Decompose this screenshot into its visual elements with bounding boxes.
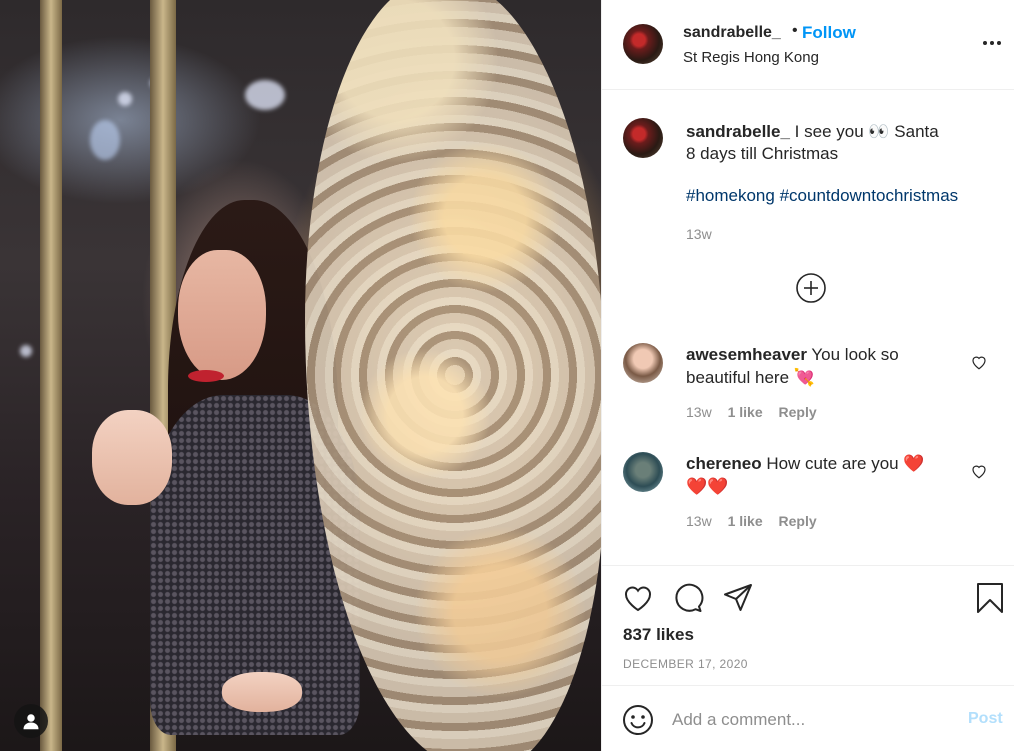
comment-time[interactable]: 13w — [686, 513, 712, 529]
comment-meta: 13w 1 like Reply — [686, 404, 817, 420]
woman-face — [178, 250, 266, 380]
avatar[interactable] — [623, 452, 663, 492]
bokeh-light — [118, 92, 132, 106]
post-image[interactable] — [0, 0, 601, 751]
post-username[interactable]: sandrabelle_ — [683, 24, 781, 42]
woman-lips — [188, 370, 224, 382]
avatar[interactable] — [623, 343, 663, 383]
bookmark-icon[interactable] — [974, 582, 1006, 614]
caption-time[interactable]: 13w — [686, 226, 712, 242]
comment-username[interactable]: chereneo — [686, 454, 762, 473]
load-more-icon[interactable] — [795, 272, 827, 304]
caption-line: sandrabelle_ I see you 👀 Santa — [686, 122, 939, 142]
more-icon[interactable] — [980, 31, 1004, 55]
comment-time[interactable]: 13w — [686, 404, 712, 420]
comment-likes[interactable]: 1 like — [728, 513, 763, 529]
comment-likes[interactable]: 1 like — [728, 404, 763, 420]
post-header: sandrabelle_ • Follow St Regis Hong Kong — [602, 0, 1014, 90]
reply-button[interactable]: Reply — [779, 513, 817, 529]
reply-button[interactable]: Reply — [779, 404, 817, 420]
add-comment-bar: Post — [602, 685, 1014, 751]
share-icon[interactable] — [722, 582, 754, 614]
bokeh-light — [90, 120, 120, 160]
heart-icon[interactable] — [970, 462, 988, 480]
woman-hand — [92, 410, 172, 505]
caption-text: I see you 👀 Santa — [789, 122, 939, 141]
woman-hand — [222, 672, 302, 712]
heart-icon[interactable] — [970, 353, 988, 371]
caption-text-line2: 8 days till Christmas — [686, 144, 839, 163]
hashtag-list: #homekong #countdowntochristmas — [686, 186, 958, 206]
action-bar: 837 likes DECEMBER 17, 2020 — [602, 565, 1014, 685]
heart-icon[interactable] — [622, 582, 654, 614]
comment-body: chereneo How cute are you ❤️ ❤️❤️ — [686, 452, 926, 498]
location-link[interactable]: St Regis Hong Kong — [683, 49, 819, 66]
bokeh-light — [20, 345, 32, 357]
account-icon — [23, 714, 39, 730]
avatar[interactable] — [623, 24, 663, 64]
comment-meta: 13w 1 like Reply — [686, 513, 817, 529]
post-date[interactable]: DECEMBER 17, 2020 — [623, 657, 748, 671]
comment-input[interactable] — [672, 706, 952, 734]
hashtag-link[interactable]: #countdowntochristmas — [780, 186, 959, 205]
follow-button[interactable]: Follow — [802, 23, 856, 43]
separator-dot: • — [792, 22, 798, 39]
comment-body: awesemheaver You look so beautiful here … — [686, 343, 926, 389]
emoji-icon[interactable] — [622, 704, 654, 736]
likes-count[interactable]: 837 likes — [623, 625, 694, 645]
bokeh-light — [245, 80, 285, 110]
comment-icon[interactable] — [672, 582, 704, 614]
hashtag-link[interactable]: #homekong — [686, 186, 775, 205]
post-panel: sandrabelle_ • Follow St Regis Hong Kong… — [601, 0, 1014, 751]
caption-username[interactable]: sandrabelle_ — [686, 122, 790, 141]
tagged-account-button[interactable] — [14, 704, 48, 738]
comment-username[interactable]: awesemheaver — [686, 345, 807, 364]
avatar[interactable] — [623, 118, 663, 158]
post-comment-button[interactable]: Post — [968, 710, 1003, 728]
railing-bar — [40, 0, 62, 751]
